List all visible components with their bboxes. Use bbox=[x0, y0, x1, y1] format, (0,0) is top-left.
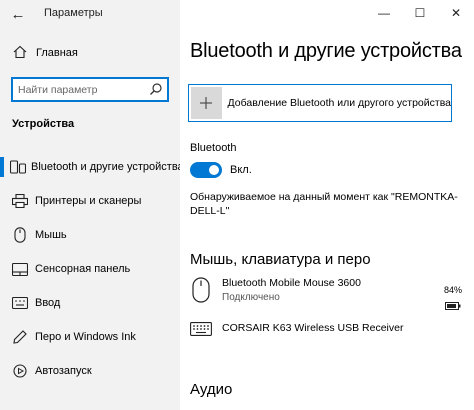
bluetooth-label: Bluetooth bbox=[190, 142, 237, 154]
main-content: — ☐ ✕ Bluetooth и другие устройства Доба… bbox=[180, 0, 474, 410]
pen-icon bbox=[10, 330, 30, 344]
keyboard-icon bbox=[188, 322, 214, 336]
device-item-mouse[interactable]: Bluetooth Mobile Mouse 3600 Подключено 8… bbox=[188, 277, 464, 310]
add-device-label: Добавление Bluetooth или другого устройс… bbox=[227, 97, 451, 109]
back-arrow-icon: ← bbox=[10, 5, 26, 23]
battery-percent: 84% bbox=[443, 285, 462, 295]
minimize-button[interactable]: — bbox=[366, 0, 402, 26]
toggle-state-label: Вкл. bbox=[230, 164, 252, 176]
device-item-keyboard[interactable]: CORSAIR K63 Wireless USB Receiver bbox=[188, 322, 464, 336]
app-title: Параметры bbox=[44, 7, 103, 19]
sidebar-item-autoplay[interactable]: Автозапуск bbox=[0, 354, 180, 388]
sidebar-item-pen[interactable]: Перо и Windows Ink bbox=[0, 320, 180, 354]
back-button[interactable]: ← bbox=[6, 4, 30, 24]
sidebar: ← Параметры Главная Устройства Bluetooth… bbox=[0, 0, 184, 410]
mouse-icon bbox=[188, 277, 214, 303]
sidebar-item-label: Bluetooth и другие устройства bbox=[31, 161, 184, 173]
home-label: Главная bbox=[36, 47, 78, 59]
device-status: Подключено bbox=[222, 292, 280, 303]
device-name: CORSAIR K63 Wireless USB Receiver bbox=[222, 322, 404, 334]
home-icon bbox=[10, 45, 30, 62]
page-title: Bluetooth и другие устройства bbox=[190, 40, 462, 62]
close-icon: ✕ bbox=[450, 6, 462, 20]
discoverable-text: Обнаруживаемое на данный момент как "REM… bbox=[190, 191, 458, 217]
bluetooth-devices-icon bbox=[10, 160, 26, 174]
sidebar-item-home[interactable]: Главная bbox=[0, 40, 180, 66]
minimize-icon: — bbox=[378, 6, 390, 20]
autoplay-icon bbox=[10, 364, 30, 378]
sidebar-item-label: Автозапуск bbox=[35, 365, 92, 377]
sidebar-item-label: Ввод bbox=[35, 297, 61, 309]
section-title-mouse-keyboard-pen: Мышь, клавиатура и перо bbox=[190, 251, 371, 268]
sidebar-item-mouse[interactable]: Мышь bbox=[0, 218, 180, 252]
sidebar-item-label: Сенсорная панель bbox=[35, 263, 131, 275]
search-input[interactable] bbox=[13, 83, 143, 96]
bluetooth-toggle[interactable] bbox=[190, 162, 222, 178]
device-name: Bluetooth Mobile Mouse 3600 bbox=[222, 277, 361, 289]
touchpad-icon bbox=[10, 262, 30, 276]
maximize-icon: ☐ bbox=[414, 6, 426, 20]
sidebar-item-label: Мышь bbox=[35, 229, 67, 241]
close-button[interactable]: ✕ bbox=[438, 0, 474, 26]
maximize-button[interactable]: ☐ bbox=[402, 0, 438, 26]
printer-icon bbox=[10, 194, 30, 208]
sidebar-item-bluetooth[interactable]: Bluetooth и другие устройства bbox=[0, 150, 184, 184]
window-controls: — ☐ ✕ bbox=[366, 0, 474, 26]
sidebar-item-typing[interactable]: Ввод bbox=[0, 286, 180, 320]
add-device-button[interactable]: Добавление Bluetooth или другого устройс… bbox=[188, 84, 452, 122]
sidebar-item-printers[interactable]: Принтеры и сканеры bbox=[0, 184, 180, 218]
sidebar-item-label: Перо и Windows Ink bbox=[35, 331, 136, 343]
sidebar-nav: Bluetooth и другие устройства Принтеры и… bbox=[0, 150, 184, 388]
toggle-knob bbox=[209, 165, 219, 175]
selection-indicator bbox=[0, 157, 4, 177]
battery-icon bbox=[444, 297, 461, 315]
search-box[interactable] bbox=[11, 77, 169, 102]
section-title-devices: Устройства bbox=[12, 118, 75, 130]
battery-indicator: 84% bbox=[444, 285, 462, 315]
mouse-icon bbox=[10, 227, 30, 243]
section-title-audio: Аудио bbox=[190, 381, 233, 398]
search-icon[interactable] bbox=[149, 82, 163, 96]
keyboard-icon bbox=[10, 297, 30, 309]
sidebar-item-touchpad[interactable]: Сенсорная панель bbox=[0, 252, 180, 286]
sidebar-item-label: Принтеры и сканеры bbox=[35, 195, 142, 207]
plus-icon bbox=[191, 87, 222, 119]
